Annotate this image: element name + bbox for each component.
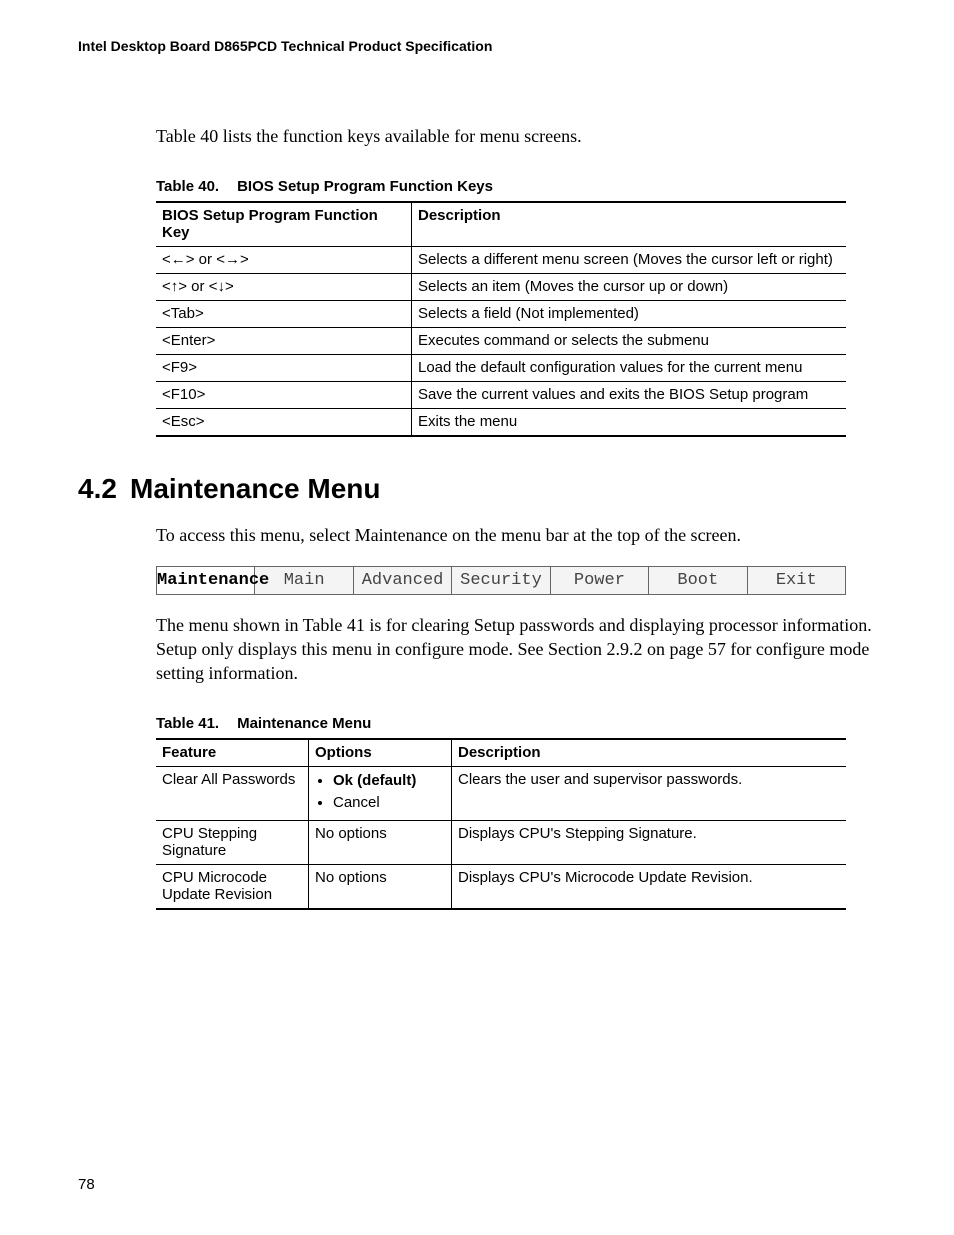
intro-table40: Table 40 lists the function keys availab…: [156, 124, 876, 148]
desc-cell: Selects an item (Moves the cursor up or …: [412, 274, 847, 301]
table-row: <↑> or <↓>Selects an item (Moves the cur…: [156, 274, 846, 301]
table40-caption-num: Table 40.: [156, 178, 219, 195]
table41-caption-num: Table 41.: [156, 715, 219, 732]
menubar-tab: Security: [452, 566, 550, 594]
table40-head-desc: Description: [412, 202, 847, 247]
table-row: <Enter>Executes command or selects the s…: [156, 328, 846, 355]
desc-cell: Displays CPU's Stepping Signature.: [452, 821, 847, 865]
table40: BIOS Setup Program Function Key Descript…: [156, 201, 846, 437]
table-row: <F9>Load the default configuration value…: [156, 355, 846, 382]
menubar-tab: Advanced: [353, 566, 451, 594]
key-cell: <F10>: [156, 382, 412, 409]
table-row: Clear All PasswordsOk (default)CancelCle…: [156, 767, 846, 821]
key-cell: <Esc>: [156, 409, 412, 437]
key-cell: <↑> or <↓>: [156, 274, 412, 301]
table41-caption-title: Maintenance Menu: [237, 715, 371, 732]
menubar-tab: Main: [255, 566, 353, 594]
desc-cell: Clears the user and supervisor passwords…: [452, 767, 847, 821]
menubar-tab: Maintenance: [157, 566, 255, 594]
table-row: CPU Stepping SignatureNo optionsDisplays…: [156, 821, 846, 865]
table40-caption: Table 40. BIOS Setup Program Function Key…: [156, 178, 876, 195]
bios-menubar: MaintenanceMainAdvancedSecurityPowerBoot…: [156, 566, 846, 595]
option-item: Cancel: [333, 793, 445, 815]
table-row: <Esc>Exits the menu: [156, 409, 846, 437]
desc-cell: Exits the menu: [412, 409, 847, 437]
options-cell: No options: [309, 865, 452, 910]
desc-cell: Load the default configuration values fo…: [412, 355, 847, 382]
section-after-menubar: The menu shown in Table 41 is for cleari…: [156, 613, 876, 686]
desc-cell: Save the current values and exits the BI…: [412, 382, 847, 409]
feature-cell: CPU Stepping Signature: [156, 821, 309, 865]
menubar-tab: Boot: [649, 566, 747, 594]
desc-cell: Executes command or selects the submenu: [412, 328, 847, 355]
section-access-text: To access this menu, select Maintenance …: [156, 523, 876, 547]
key-cell: <Enter>: [156, 328, 412, 355]
menubar-tab: Exit: [747, 566, 845, 594]
options-cell: No options: [309, 821, 452, 865]
desc-cell: Selects a field (Not implemented): [412, 301, 847, 328]
desc-cell: Displays CPU's Microcode Update Revision…: [452, 865, 847, 910]
table41-caption: Table 41. Maintenance Menu: [156, 715, 876, 732]
feature-cell: CPU Microcode Update Revision: [156, 865, 309, 910]
feature-cell: Clear All Passwords: [156, 767, 309, 821]
table40-caption-title: BIOS Setup Program Function Keys: [237, 178, 493, 195]
table41-head-desc: Description: [452, 739, 847, 767]
key-cell: <←> or <→>: [156, 247, 412, 274]
section-title: Maintenance Menu: [130, 473, 380, 504]
section-number: 4.2: [78, 473, 130, 505]
table41-head-options: Options: [309, 739, 452, 767]
section-heading: 4.2Maintenance Menu: [78, 473, 876, 505]
table40-head-key: BIOS Setup Program Function Key: [156, 202, 412, 247]
options-cell: Ok (default)Cancel: [309, 767, 452, 821]
table41: Feature Options Description Clear All Pa…: [156, 738, 846, 910]
option-item: Ok (default): [333, 771, 445, 793]
key-cell: <F9>: [156, 355, 412, 382]
table-row: CPU Microcode Update RevisionNo optionsD…: [156, 865, 846, 910]
table41-head-feature: Feature: [156, 739, 309, 767]
running-header: Intel Desktop Board D865PCD Technical Pr…: [78, 38, 876, 54]
page-number: 78: [78, 1176, 95, 1193]
table-row: <Tab>Selects a field (Not implemented): [156, 301, 846, 328]
table-row: <←> or <→>Selects a different menu scree…: [156, 247, 846, 274]
menubar-tab: Power: [550, 566, 648, 594]
table-row: <F10>Save the current values and exits t…: [156, 382, 846, 409]
key-cell: <Tab>: [156, 301, 412, 328]
desc-cell: Selects a different menu screen (Moves t…: [412, 247, 847, 274]
